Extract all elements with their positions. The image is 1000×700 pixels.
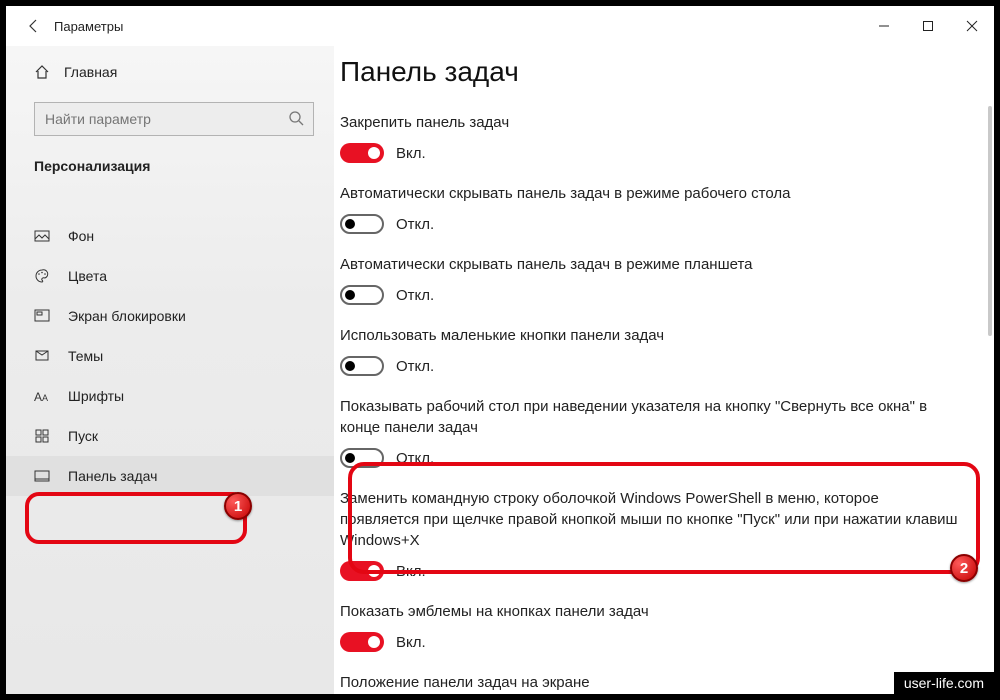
toggle-state-label: Откл. xyxy=(396,216,434,233)
watermark: user-life.com xyxy=(894,672,994,694)
sidebar-item-label: Шрифты xyxy=(68,388,124,404)
maximize-button[interactable] xyxy=(906,10,950,42)
setting-label: Показывать рабочий стол при наведении ук… xyxy=(340,396,960,438)
minimize-button[interactable] xyxy=(862,10,906,42)
setting-item: Использовать маленькие кнопки панели зад… xyxy=(340,325,960,396)
toggle-switch[interactable] xyxy=(340,285,384,305)
setting-taskbar-position: Положение панели задач на экране Внизу ⌵ xyxy=(340,672,960,694)
sidebar-item-label: Фон xyxy=(68,228,94,244)
setting-item: Показывать рабочий стол при наведении ук… xyxy=(340,396,960,488)
search-input[interactable] xyxy=(34,102,314,136)
setting-label: Показать эмблемы на кнопках панели задач xyxy=(340,601,960,622)
back-button[interactable] xyxy=(18,10,50,42)
titlebar: Параметры xyxy=(6,6,994,46)
toggle-switch[interactable] xyxy=(340,356,384,376)
toggle-state-label: Откл. xyxy=(396,450,434,467)
sidebar-item-background[interactable]: Фон xyxy=(6,216,334,256)
sidebar-item-taskbar[interactable]: Панель задач xyxy=(6,456,334,496)
setting-label: Закрепить панель задач xyxy=(340,112,960,133)
toggle-switch[interactable] xyxy=(340,448,384,468)
setting-label: Положение панели задач на экране xyxy=(340,672,960,693)
sidebar-item-start[interactable]: Пуск xyxy=(6,416,334,456)
lockscreen-icon xyxy=(34,308,50,324)
window-controls xyxy=(862,10,994,42)
palette-icon xyxy=(34,268,50,284)
toggle-state-label: Откл. xyxy=(396,287,434,304)
page-title: Панель задач xyxy=(340,56,966,112)
setting-item: Закрепить панель задач Вкл. xyxy=(340,112,960,183)
setting-label: Использовать маленькие кнопки панели зад… xyxy=(340,325,960,346)
sidebar-item-lockscreen[interactable]: Экран блокировки xyxy=(6,296,334,336)
close-button[interactable] xyxy=(950,10,994,42)
themes-icon xyxy=(34,348,50,364)
sidebar-item-colors[interactable]: Цвета xyxy=(6,256,334,296)
sidebar-item-fonts[interactable]: AA Шрифты xyxy=(6,376,334,416)
sidebar-item-label: Экран блокировки xyxy=(68,308,186,324)
picture-icon xyxy=(34,228,50,244)
scrollbar[interactable] xyxy=(988,106,992,336)
setting-item: Автоматически скрывать панель задач в ре… xyxy=(340,254,960,325)
toggle-switch[interactable] xyxy=(340,561,384,581)
toggle-state-label: Вкл. xyxy=(396,145,426,162)
setting-label: Автоматически скрывать панель задач в ре… xyxy=(340,183,960,204)
taskbar-icon xyxy=(34,468,50,484)
sidebar-item-themes[interactable]: Темы xyxy=(6,336,334,376)
sidebar-item-label: Темы xyxy=(68,348,103,364)
setting-item: Показать эмблемы на кнопках панели задач… xyxy=(340,601,960,672)
sidebar-group-label: Персонализация xyxy=(6,152,334,188)
sidebar-item-label: Панель задач xyxy=(68,468,157,484)
setting-label: Автоматически скрывать панель задач в ре… xyxy=(340,254,960,275)
content[interactable]: Панель задач Закрепить панель задач Вкл. А… xyxy=(334,46,994,694)
toggle-state-label: Вкл. xyxy=(396,634,426,651)
setting-item: Автоматически скрывать панель задач в ре… xyxy=(340,183,960,254)
sidebar-home[interactable]: Главная xyxy=(6,54,334,90)
svg-text:A: A xyxy=(34,390,42,404)
fonts-icon: AA xyxy=(34,388,50,404)
sidebar-nav: Фон Цвета Экран блокировки Темы xyxy=(6,188,334,496)
sidebar-home-label: Главная xyxy=(64,64,117,80)
start-icon xyxy=(34,428,50,444)
toggle-state-label: Вкл. xyxy=(396,563,426,580)
home-icon xyxy=(34,64,50,80)
toggle-switch[interactable] xyxy=(340,632,384,652)
svg-text:A: A xyxy=(42,393,48,403)
toggle-state-label: Откл. xyxy=(396,358,434,375)
sidebar: Главная Персонализация Фон xyxy=(6,46,334,694)
sidebar-item-label: Цвета xyxy=(68,268,107,284)
setting-item: Заменить командную строку оболочкой Wind… xyxy=(340,488,960,601)
setting-label: Заменить командную строку оболочкой Wind… xyxy=(340,488,960,551)
toggle-switch[interactable] xyxy=(340,214,384,234)
sidebar-item-label: Пуск xyxy=(68,428,98,444)
toggle-switch[interactable] xyxy=(340,143,384,163)
window-title: Параметры xyxy=(54,19,123,34)
search-icon xyxy=(288,110,304,131)
